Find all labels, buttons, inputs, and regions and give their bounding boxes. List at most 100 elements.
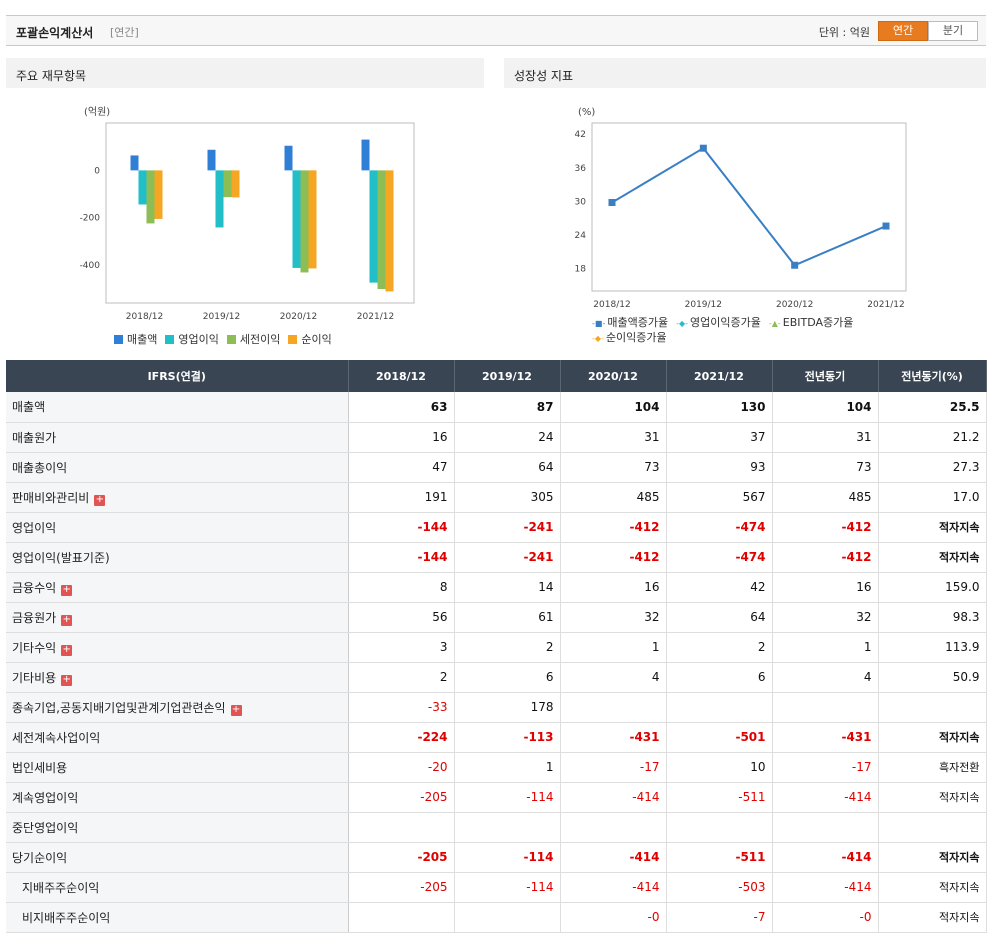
table-cell: -503 [666, 872, 773, 903]
table-cell: 1 [560, 632, 667, 663]
table-cell: -17 [772, 752, 879, 783]
row-label: 법인세비용 [6, 752, 349, 783]
bar-chart: (억원) 0 -200 -400 2018/12 2019/12 2020/12 2021/1… [80, 106, 415, 322]
table-cell [878, 812, 987, 843]
row-label[interactable]: 기타수익 + [6, 632, 349, 663]
table-cell: 1 [454, 752, 561, 783]
table-cell: -113 [454, 721, 561, 753]
table-cell: 31 [560, 422, 667, 453]
bar-y-tick: 0 [94, 166, 100, 176]
bar-3-2019/12 [223, 170, 232, 198]
table-cell: 3 [348, 632, 455, 663]
table-cell: 4 [772, 662, 879, 693]
table-cell: -412 [772, 511, 879, 543]
legend-label: 순이익증가율 [605, 331, 667, 344]
bar-2-2020/12 [292, 170, 301, 268]
line-legend: -■- 매출액증가율 -◆- 영업이익증가율 -▲- EBITDA증가율-◆- 순이익증가율 [592, 316, 922, 346]
table-cell: -241 [454, 511, 561, 543]
table-cell: 73 [560, 452, 667, 483]
table-cell: 16 [772, 571, 879, 603]
legend-label: 매출액 [127, 333, 158, 346]
row-label: 매출액 [6, 392, 349, 423]
table-row: 매출액 63 87 104 130 104 25.5 [6, 392, 987, 423]
row-label[interactable]: 판매비와관리비 + [6, 482, 349, 513]
table-cell [772, 692, 879, 723]
legend-swatch [288, 335, 298, 344]
line-legend-item: -◆- 영업이익증가율 [676, 316, 761, 331]
row-label[interactable]: 기타비용 + [6, 662, 349, 693]
table-cell: -144 [348, 542, 455, 573]
table-cell: -7 [666, 902, 773, 933]
table-cell: -414 [772, 872, 879, 903]
legend-swatch [165, 335, 175, 344]
income-statement-table: IFRS(연결) 2018/12 2019/12 2020/12 2021/12 전년동기… [6, 360, 987, 933]
table-cell: 4 [560, 662, 667, 693]
legend-label: EBITDA증가율 [782, 316, 854, 329]
table-cell: 적자지속 [878, 902, 987, 933]
table-cell: -474 [666, 542, 773, 573]
table-cell: -224 [348, 721, 455, 753]
line-x-tick: 2019/12 [685, 300, 722, 310]
table-row: 영업이익(발표기준) -144 -241 -412 -474 -412 적자지속 [6, 542, 987, 573]
table-cell [348, 902, 455, 933]
expand-icon[interactable]: + [230, 704, 242, 716]
table-cell: 적자지속 [878, 841, 987, 873]
table-cell: -412 [560, 542, 667, 573]
line-x-tick: 2020/12 [776, 300, 813, 310]
growth-title: 성장성 지표 [514, 69, 574, 83]
table-cell: 64 [454, 452, 561, 483]
statement-title: 포괄손익계산서 [16, 26, 94, 40]
table-cell: 24 [454, 422, 561, 453]
bar-4-2021/12 [385, 170, 394, 292]
table-cell: -0 [772, 902, 879, 933]
table-cell: 2 [666, 632, 773, 663]
table-cell [348, 812, 455, 843]
row-label[interactable]: 금융수익 + [6, 571, 349, 603]
table-row: 영업이익 -144 -241 -412 -474 -412 적자지속 [6, 511, 987, 543]
row-label[interactable]: 종속기업,공동지배기업및관계기업관련손익 + [6, 692, 349, 723]
table-cell: 25.5 [878, 392, 987, 423]
column-header: 2020/12 [560, 360, 667, 392]
table-cell: 61 [454, 602, 561, 633]
legend-label: 영업이익증가율 [690, 316, 761, 329]
tab-annual[interactable]: 연간 [878, 21, 928, 41]
table-cell: 흑자전환 [878, 752, 987, 783]
table-cell: 32 [772, 602, 879, 633]
table-cell: 104 [560, 392, 667, 423]
table-cell: -431 [560, 721, 667, 753]
bar-1-2020/12 [284, 145, 293, 171]
table-cell [772, 812, 879, 843]
table-row: 종속기업,공동지배기업및관계기업관련손익 + -33 178 [6, 692, 987, 723]
table-cell: -205 [348, 872, 455, 903]
row-label[interactable]: 금융원가 + [6, 602, 349, 633]
row-label: 중단영업이익 [6, 812, 349, 843]
bar-legend-item: 매출액 [114, 331, 157, 347]
table-cell: 적자지속 [878, 721, 987, 753]
growth-point [699, 144, 707, 152]
line-y-tick: 36 [575, 164, 587, 174]
key-financials-panel: 주요 재무항목 (억원) 0 -200 -400 2018/12 2019/12 2020/… [6, 58, 484, 356]
expand-icon[interactable]: + [61, 614, 73, 626]
table-cell [454, 902, 561, 933]
expand-icon[interactable]: + [61, 644, 73, 656]
tab-quarterly[interactable]: 분기 [928, 21, 978, 41]
table-cell: -114 [454, 782, 561, 813]
expand-icon[interactable]: + [61, 584, 73, 596]
table-cell: 159.0 [878, 571, 987, 603]
table-cell: 6 [454, 662, 561, 693]
table-cell: 98.3 [878, 602, 987, 633]
line-legend-item: -◆- 순이익증가율 [592, 331, 667, 346]
column-header: 2021/12 [666, 360, 773, 392]
period-label: [연간] [110, 26, 139, 39]
table-cell: 50.9 [878, 662, 987, 693]
table-cell: -414 [772, 841, 879, 873]
table-cell: 1 [772, 632, 879, 663]
expand-icon[interactable]: + [94, 494, 106, 506]
key-financials-title: 주요 재무항목 [16, 69, 87, 83]
bar-4-2019/12 [231, 170, 240, 198]
bar-x-tick: 2018/12 [126, 312, 163, 322]
table-cell [560, 812, 667, 843]
line-x-tick: 2018/12 [593, 300, 630, 310]
bar-2-2018/12 [138, 170, 147, 205]
expand-icon[interactable]: + [61, 674, 73, 686]
